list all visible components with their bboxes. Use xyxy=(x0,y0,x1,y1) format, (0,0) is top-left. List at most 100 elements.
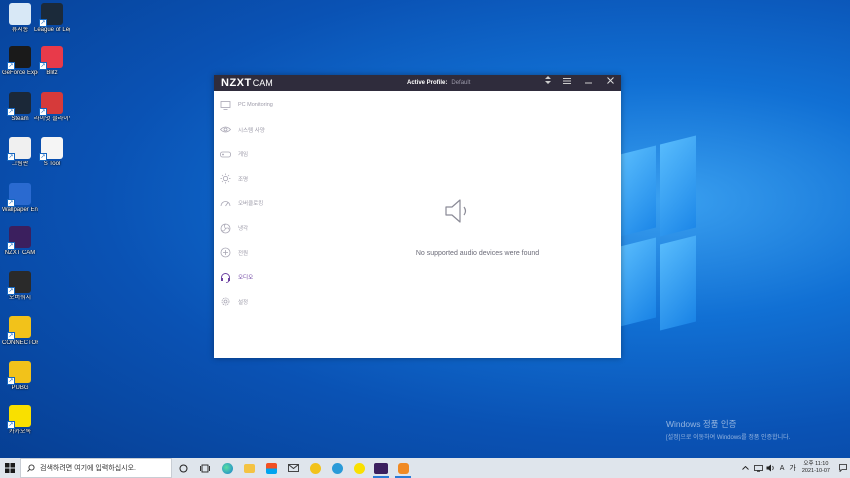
sidebar-item-label: PC Monitoring xyxy=(238,102,273,108)
desktop-icon-label: 휴지통 xyxy=(11,27,29,33)
kakaotalk-taskbar-icon[interactable] xyxy=(348,458,370,478)
desktop-icon-label: PUBG xyxy=(11,385,29,391)
chevron-up-icon[interactable] xyxy=(739,458,753,478)
desktop-icon[interactable]: ↗Wallpaper Engine xyxy=(2,183,38,214)
sidebar-item-label: 오버클로킹 xyxy=(238,201,264,208)
desktop-icon[interactable]: ↗ 카카오톡 xyxy=(2,405,38,436)
activation-subtitle: [설정]으로 이동하여 Windows를 정품 인증합니다. xyxy=(666,435,791,441)
shortcut-arrow-icon: ↗ xyxy=(7,108,15,116)
sidebar-item-label: 조명 xyxy=(238,176,249,183)
shortcut-arrow-icon: ↗ xyxy=(7,62,15,70)
active-profile[interactable]: Active Profile: Default xyxy=(407,80,470,86)
mail-icon[interactable] xyxy=(282,458,304,478)
ime-mode[interactable]: A xyxy=(780,465,785,472)
nzxt-logo: NZXTCAM xyxy=(221,77,273,89)
desktop-icon[interactable]: ↗CONNECTORS xyxy=(2,316,38,347)
monitor-icon xyxy=(220,100,231,111)
desktop-icon-label: 카카오톡 xyxy=(8,429,32,435)
minimize-icon[interactable] xyxy=(580,75,596,91)
desktop-icon[interactable]: ↗ 오버워치 xyxy=(2,271,38,302)
desktop-icon-label: S Tool xyxy=(43,161,61,167)
sidebar-item[interactable]: 오디오 xyxy=(220,270,253,284)
volume-icon[interactable] xyxy=(765,458,777,478)
windows-activation-watermark: Windows 정품 인증 [설정]으로 이동하여 Windows를 정품 인증… xyxy=(666,418,790,441)
sidebar-item[interactable]: 냉각 xyxy=(220,221,248,235)
desktop-icon-label: GeForce Experience xyxy=(2,70,38,76)
clock-date: 2021-10-07 xyxy=(801,468,830,474)
pubg-taskbar-icon[interactable] xyxy=(304,458,326,478)
activation-title: Windows 정품 인증 xyxy=(666,419,737,429)
desktop-app-icon: ↗ xyxy=(7,405,31,429)
nzxt-cam-window: NZXTCAM Active Profile: Default PC Monito… xyxy=(214,75,621,358)
s-tool-taskbar-icon[interactable] xyxy=(392,458,414,478)
desktop-app-icon: ↗ xyxy=(7,137,31,161)
desktop-app-icon: ↗ xyxy=(39,92,63,116)
taskbar-search[interactable]: 검색하려면 여기에 입력하십시오. xyxy=(20,458,172,478)
shortcut-arrow-icon: ↗ xyxy=(39,108,47,116)
profile-label: Active Profile: xyxy=(407,80,448,86)
shortcut-arrow-icon: ↗ xyxy=(39,19,47,27)
task-view-icon[interactable] xyxy=(194,458,216,478)
desktop-icon-label: CONNECTORS xyxy=(2,340,38,346)
desktop-icon[interactable]: ↗ Steam xyxy=(2,92,38,123)
ime-language[interactable]: 가 xyxy=(789,463,795,473)
menu-icon[interactable] xyxy=(559,75,575,91)
sidebar-item[interactable]: PC Monitoring xyxy=(220,98,273,112)
sidebar-item[interactable]: 시스템 사양 xyxy=(220,123,265,137)
desktop-icon-label: 라이엇 클라이언트 xyxy=(34,116,70,122)
sidebar-item-label: 냉각 xyxy=(238,226,249,232)
sidebar-item-label: 시스템 사양 xyxy=(238,127,265,134)
shortcut-arrow-icon: ↗ xyxy=(7,377,15,385)
desktop-icon[interactable]: ↗ Blitz xyxy=(34,46,70,77)
fan-icon xyxy=(220,223,231,234)
sidebar-item-label: 설정 xyxy=(238,299,249,306)
shortcut-arrow-icon: ↗ xyxy=(7,287,15,295)
wallpaper-engine-taskbar-icon[interactable] xyxy=(326,458,348,478)
desktop-icon[interactable]: ↗ NZXT CAM xyxy=(2,226,38,257)
desktop-app-icon: ↗ xyxy=(7,226,31,250)
desktop-icon[interactable]: ↗ S Tool xyxy=(34,137,70,168)
desktop-icon[interactable]: ↗ 그림판 xyxy=(2,137,38,168)
sidebar-item-label: 전원 xyxy=(238,250,249,257)
wallpaper-windows-logo xyxy=(620,135,700,331)
gauge-icon xyxy=(220,198,231,209)
system-tray: A 가 오후 11:10 2021-10-07 xyxy=(739,458,850,478)
speaker-icon xyxy=(442,196,472,231)
desktop-icon[interactable]: ↗League of Legends xyxy=(34,3,70,34)
desktop-icon-label: NZXT CAM xyxy=(4,250,36,256)
start-button[interactable] xyxy=(0,458,20,478)
desktop-icon-label: Blitz xyxy=(46,70,58,76)
profile-switch-icon[interactable] xyxy=(540,75,556,91)
sidebar-item[interactable]: 게임 xyxy=(220,147,248,161)
shortcut-arrow-icon: ↗ xyxy=(7,153,15,161)
desktop-icon[interactable]: ↗라이엇 클라이언트 xyxy=(34,92,70,123)
desktop-icon[interactable]: ↗GeForce Experience xyxy=(2,46,38,77)
desktop-icon[interactable]: ↗ PUBG xyxy=(2,361,38,392)
desktop-app-icon: ↗ xyxy=(7,92,31,116)
close-icon[interactable] xyxy=(602,75,618,91)
desktop-app-icon: ↗ xyxy=(39,46,63,70)
desktop-app-icon xyxy=(9,3,31,25)
desktop-app-icon: ↗ xyxy=(39,137,63,161)
notification-icon[interactable] xyxy=(836,458,850,478)
sidebar-item[interactable]: 전원 xyxy=(220,246,248,260)
nzxt-cam-taskbar-icon[interactable] xyxy=(370,458,392,478)
title-bar[interactable]: NZXTCAM Active Profile: Default xyxy=(214,75,621,91)
desktop-app-icon: ↗ xyxy=(7,271,31,295)
network-icon[interactable] xyxy=(753,458,765,478)
sun-icon xyxy=(220,173,231,184)
shortcut-arrow-icon: ↗ xyxy=(39,153,47,161)
edge-icon[interactable] xyxy=(216,458,238,478)
desktop-app-icon: ↗ xyxy=(7,46,31,70)
cortana-icon[interactable] xyxy=(172,458,194,478)
sidebar-item[interactable]: 오버클로킹 xyxy=(220,196,263,210)
shortcut-arrow-icon: ↗ xyxy=(7,332,15,340)
sidebar-item[interactable]: 조명 xyxy=(220,172,248,186)
gamepad-icon xyxy=(220,149,231,160)
store-icon[interactable] xyxy=(260,458,282,478)
file-explorer-icon[interactable] xyxy=(238,458,260,478)
sidebar-item[interactable]: 설정 xyxy=(220,295,248,309)
desktop-icon[interactable]: 휴지통 xyxy=(2,3,38,34)
clock[interactable]: 오후 11:10 2021-10-07 xyxy=(802,461,830,475)
search-placeholder: 검색하려면 여기에 입력하십시오. xyxy=(40,465,136,472)
